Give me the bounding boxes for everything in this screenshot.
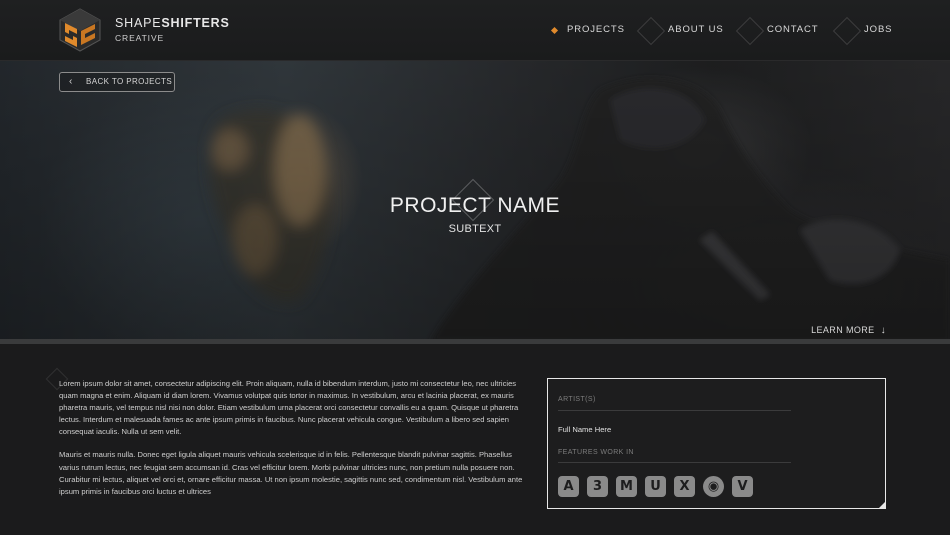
- learn-more-link[interactable]: LEARN MORE ↓: [811, 325, 886, 336]
- main-nav: PROJECTS ABOUT US CONTACT JOBS: [0, 0, 950, 60]
- back-button-label: BACK TO PROJECTS: [86, 77, 173, 86]
- nav-item-jobs[interactable]: JOBS: [864, 20, 892, 40]
- back-to-projects-button[interactable]: ‹ BACK TO PROJECTS: [59, 72, 175, 92]
- site-header: SHAPESHIFTERS CREATIVE PROJECTS ABOUT US…: [0, 0, 950, 61]
- vray-icon: V: [732, 476, 753, 497]
- project-hero: ‹ BACK TO PROJECTS PROJECT NAME SUBTEXT …: [0, 60, 950, 342]
- nav-diamond-icon: [636, 16, 666, 46]
- nav-item-about-us[interactable]: ABOUT US: [668, 20, 724, 40]
- blender-icon: ◉: [703, 476, 724, 497]
- divider: [558, 410, 791, 411]
- project-description: Lorem ipsum dolor sit amet, consectetur …: [59, 378, 524, 509]
- project-info-panel: ARTIST(S) Full Name Here FEATURES WORK I…: [547, 378, 886, 509]
- nav-item-contact[interactable]: CONTACT: [767, 20, 819, 40]
- features-label: FEATURES WORK IN: [558, 449, 634, 456]
- project-title: PROJECT NAME: [389, 194, 561, 217]
- unreal-engine-icon: U: [645, 476, 666, 497]
- adobe-animate-icon: A: [558, 476, 579, 497]
- project-subtitle: SUBTEXT: [448, 223, 502, 235]
- xsi-icon: X: [674, 476, 695, 497]
- artist-name: Full Name Here: [558, 425, 612, 434]
- active-nav-indicator-icon: [550, 26, 559, 35]
- divider: [558, 462, 791, 463]
- learn-more-label: LEARN MORE: [811, 325, 875, 335]
- hero-divider: [0, 339, 950, 344]
- arrow-down-icon: ↓: [880, 325, 886, 336]
- nav-diamond-icon: [735, 16, 765, 46]
- artist-label: ARTIST(S): [558, 396, 596, 403]
- maya-icon: M: [616, 476, 637, 497]
- chevron-left-icon: ‹: [69, 76, 73, 87]
- description-paragraph: Lorem ipsum dolor sit amet, consectetur …: [59, 379, 519, 437]
- 3ds-max-icon: 3: [587, 476, 608, 497]
- description-paragraph: Mauris et mauris nulla. Donec eget ligul…: [59, 450, 523, 496]
- nav-diamond-icon: [832, 16, 862, 46]
- nav-item-projects[interactable]: PROJECTS: [567, 20, 625, 40]
- panel-corner-icon: [878, 501, 886, 509]
